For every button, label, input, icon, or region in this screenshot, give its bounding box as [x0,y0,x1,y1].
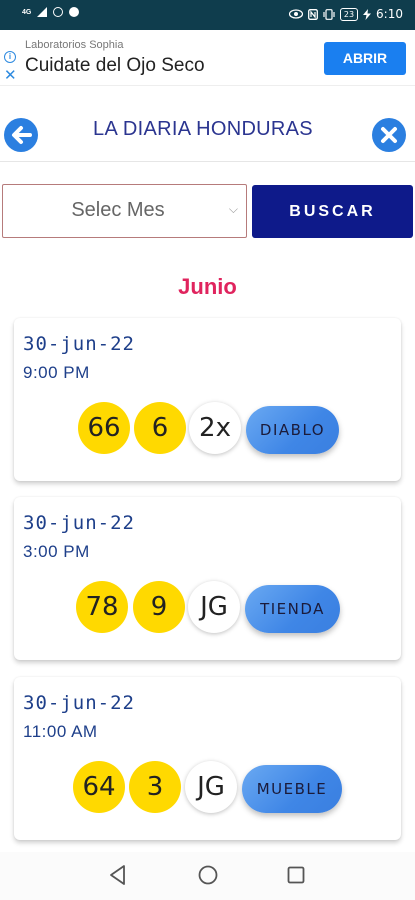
signal-icon [37,7,48,17]
result-date: 30-jun-22 [23,512,135,534]
ad-title[interactable]: Cuidate del Ojo Seco [25,55,205,77]
eye-icon [288,9,303,19]
number-ball: 3 [129,761,181,813]
system-nav-bar [0,852,415,900]
result-balls: 64 3 JG MUEBLE [14,761,401,813]
chevron-down-icon: ⌵ [228,202,238,216]
result-date: 30-jun-22 [23,333,135,355]
number-ball: 9 [133,581,185,633]
number-ball: 78 [76,581,128,633]
notification-circle-icon [53,7,64,17]
result-time: 11:00 AM [23,722,98,741]
arrow-left-icon [12,126,32,144]
status-bar: 4G 23 6:10 [0,0,415,30]
month-select[interactable]: Selec Mes ⌵ [2,184,247,238]
month-heading: Junio [178,274,237,299]
close-button[interactable] [372,118,406,152]
charging-icon [363,8,372,20]
ad-banner[interactable]: i ✕ Laboratorios Sophia Cuidate del Ojo … [0,30,415,86]
result-balls: 78 9 JG TIENDA [14,581,401,633]
status-left: 4G [22,7,80,17]
ad-close-icon[interactable]: ✕ [4,68,17,83]
search-button[interactable]: BUSCAR [252,185,413,238]
nfc-icon [307,8,318,20]
result-date: 30-jun-22 [23,692,135,714]
month-select-value: Selec Mes [71,199,165,221]
result-card: 30-jun-22 3:00 PM 78 9 JG TIENDA [14,497,401,660]
result-word-pill: DIABLO [246,406,339,454]
ad-info-icon[interactable]: i [4,51,16,63]
result-card: 30-jun-22 9:00 PM 66 6 2x DIABLO [14,318,401,481]
facebook-icon [69,7,80,17]
back-button[interactable] [4,118,38,152]
multiplier-ball: JG [185,761,237,813]
close-icon [381,127,397,143]
multiplier-ball: 2x [189,402,241,454]
ad-sponsor: Laboratorios Sophia [25,39,124,51]
result-word-pill: TIENDA [245,585,340,633]
result-time: 3:00 PM [23,542,90,561]
vibrate-icon [323,8,335,20]
ad-open-button[interactable]: ABRIR [324,42,406,75]
nav-home-icon[interactable] [197,864,219,886]
multiplier-ball: JG [188,581,240,633]
clock: 6:10 [376,7,403,21]
number-ball: 64 [73,761,125,813]
status-right: 23 6:10 [288,7,403,21]
network-type: 4G [22,8,32,16]
result-card: 30-jun-22 11:00 AM 64 3 JG MUEBLE [14,677,401,840]
number-ball: 66 [78,402,130,454]
nav-recents-icon[interactable] [286,864,306,886]
result-time: 9:00 PM [23,363,90,382]
result-word-pill: MUEBLE [242,765,342,813]
app-header: LA DIARIA HONDURAS [0,104,415,162]
nav-back-icon[interactable] [108,864,128,886]
battery-level: 23 [339,7,359,21]
result-balls: 66 6 2x DIABLO [14,402,401,454]
number-ball: 6 [134,402,186,454]
page-title: LA DIARIA HONDURAS [93,118,313,140]
